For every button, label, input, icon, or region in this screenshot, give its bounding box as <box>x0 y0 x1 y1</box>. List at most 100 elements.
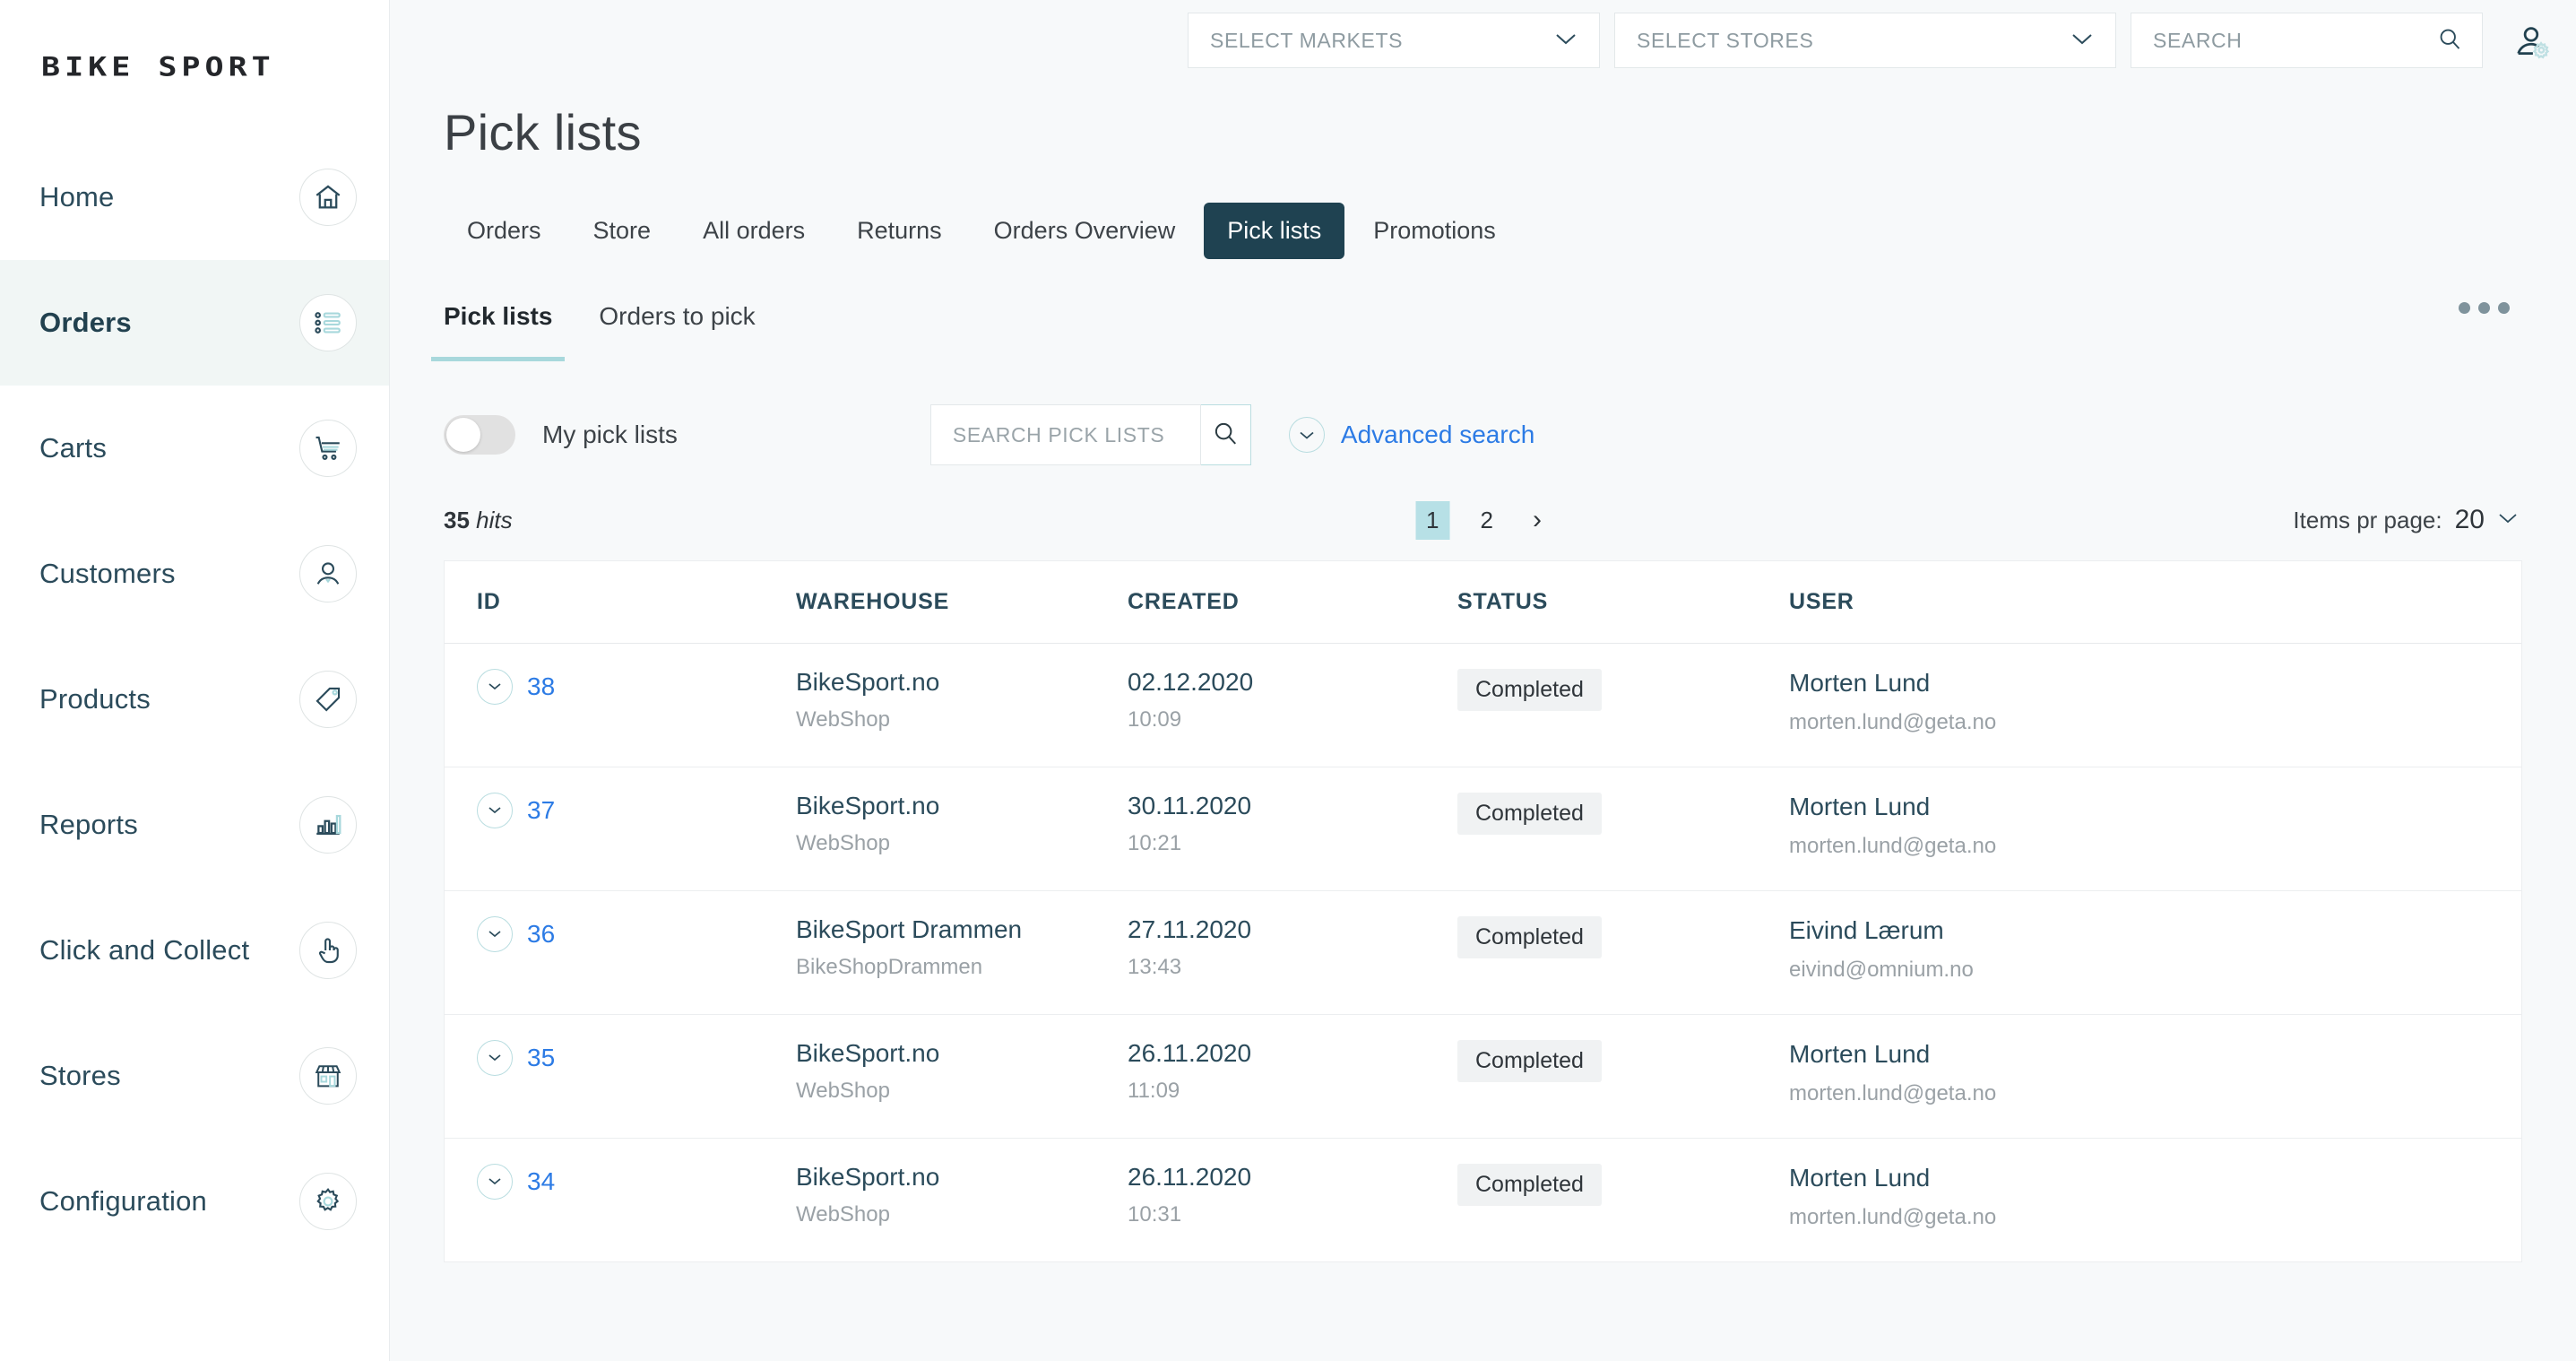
brand-logo[interactable]: BIKE SPORT <box>0 0 389 134</box>
chevron-down-icon <box>1288 417 1325 453</box>
sidebar-item-stores[interactable]: Stores <box>0 1013 389 1139</box>
row-user-cell: Eivind Lærum eivind@omnium.no <box>1789 916 2521 983</box>
row-id-link[interactable]: 36 <box>527 920 555 949</box>
select-markets-dropdown[interactable]: SELECT MARKETS <box>1188 13 1600 68</box>
sidebar-item-label: Home <box>39 181 115 212</box>
tag-icon <box>299 671 357 728</box>
table-row[interactable]: 35 BikeSport.no WebShop 26.11.2020 11:09… <box>445 1015 2521 1139</box>
top-bar: SELECT MARKETS SELECT STORES <box>390 0 2576 87</box>
row-created-cell: 27.11.2020 13:43 <box>1128 916 1457 980</box>
row-user-email: morten.lund@geta.no <box>1789 834 1997 858</box>
sidebar-item-label: Carts <box>39 432 108 464</box>
row-warehouse-cell: BikeSport.no WebShop <box>796 669 1128 733</box>
global-search[interactable] <box>2131 13 2483 68</box>
sidebar-item-configuration[interactable]: Configuration <box>0 1139 389 1264</box>
expand-row-icon[interactable] <box>477 669 513 705</box>
row-warehouse-code: WebShop <box>796 831 890 856</box>
subtab-orders-to-pick[interactable]: Orders to pick <box>599 302 755 361</box>
row-id-link[interactable]: 37 <box>527 796 555 825</box>
advanced-search-label: Advanced search <box>1340 420 1535 448</box>
table-row[interactable]: 37 BikeSport.no WebShop 30.11.2020 10:21… <box>445 767 2521 891</box>
row-id-link[interactable]: 38 <box>527 672 555 701</box>
chevron-down-icon <box>1554 31 1578 50</box>
page-button-2[interactable]: 2 <box>1470 501 1504 540</box>
column-header-created: CREATED <box>1128 589 1240 614</box>
expand-row-icon[interactable] <box>477 793 513 828</box>
chevron-down-icon <box>2070 31 2094 50</box>
row-status-cell: Completed <box>1457 793 1789 835</box>
row-warehouse-name: BikeSport Drammen <box>796 915 1023 943</box>
row-user-cell: Morten Lund morten.lund@geta.no <box>1789 793 2521 859</box>
row-warehouse-name: BikeSport.no <box>796 792 940 819</box>
search-input[interactable] <box>2153 28 2422 53</box>
row-status-cell: Completed <box>1457 916 1789 958</box>
my-pick-lists-toggle[interactable] <box>444 415 515 455</box>
sidebar-item-click-and-collect[interactable]: Click and Collect <box>0 888 389 1013</box>
status-badge: Completed <box>1457 916 1602 958</box>
pick-lists-table: ID WAREHOUSE CREATED STATUS USER 38 Bike… <box>444 560 2522 1262</box>
row-user-email: morten.lund@geta.no <box>1789 1081 1997 1105</box>
select-stores-dropdown[interactable]: SELECT STORES <box>1614 13 2116 68</box>
tab-all-orders[interactable]: All orders <box>679 203 828 259</box>
subtab-pick-lists[interactable]: Pick lists <box>430 302 566 361</box>
table-row[interactable]: 34 BikeSport.no WebShop 26.11.2020 10:31… <box>445 1139 2521 1262</box>
search-icon[interactable] <box>2437 26 2462 56</box>
row-user-email: eivind@omnium.no <box>1789 958 1974 982</box>
items-per-page-label: Items pr page: <box>2293 506 2442 533</box>
sub-tabs-bar: Pick lists Orders to pick <box>390 302 2576 361</box>
sidebar-item-orders[interactable]: Orders <box>0 260 389 386</box>
table-row[interactable]: 36 BikeSport Drammen BikeShopDrammen 27.… <box>445 891 2521 1015</box>
sidebar-item-label: Products <box>39 683 151 715</box>
ellipsis-icon[interactable] <box>2450 293 2519 323</box>
column-header-id: ID <box>477 589 501 614</box>
status-badge: Completed <box>1457 1040 1602 1082</box>
row-created-cell: 26.11.2020 10:31 <box>1128 1164 1457 1227</box>
row-user-cell: Morten Lund morten.lund@geta.no <box>1789 1040 2521 1106</box>
tab-returns[interactable]: Returns <box>834 203 965 259</box>
row-id-link[interactable]: 35 <box>527 1044 555 1072</box>
row-status-cell: Completed <box>1457 669 1789 711</box>
pick-lists-search-button[interactable] <box>1200 404 1251 465</box>
row-created-time: 10:31 <box>1128 1202 1182 1227</box>
pick-lists-search-field[interactable] <box>929 404 1201 465</box>
chevron-down-icon <box>2497 512 2519 529</box>
column-header-warehouse: WAREHOUSE <box>796 589 950 614</box>
row-created-time: 10:21 <box>1128 831 1182 856</box>
chevron-right-icon[interactable]: › <box>1524 507 1551 533</box>
row-user-name: Eivind Lærum <box>1789 916 1944 944</box>
row-id-cell: 37 <box>477 793 796 828</box>
sidebar-item-home[interactable]: Home <box>0 134 389 260</box>
pick-lists-search-input[interactable] <box>952 422 1200 447</box>
sidebar-item-products[interactable]: Products <box>0 637 389 762</box>
hits-label: hits <box>476 506 513 533</box>
row-id-link[interactable]: 34 <box>527 1167 555 1196</box>
advanced-search-toggle[interactable]: Advanced search <box>1288 417 1535 453</box>
sidebar-item-customers[interactable]: Customers <box>0 511 389 637</box>
ellipsis-dot <box>2498 302 2510 314</box>
table-row[interactable]: 38 BikeSport.no WebShop 02.12.2020 10:09… <box>445 644 2521 767</box>
tab-promotions[interactable]: Promotions <box>1350 203 1519 259</box>
tab-orders[interactable]: Orders <box>444 203 565 259</box>
tab-pick-lists[interactable]: Pick lists <box>1204 203 1345 259</box>
sidebar-item-label: Orders <box>39 307 132 338</box>
status-badge: Completed <box>1457 1164 1602 1206</box>
sidebar-item-label: Click and Collect <box>39 934 250 966</box>
items-per-page-selector[interactable]: Items pr page: 20 <box>2293 505 2519 535</box>
tab-orders-overview[interactable]: Orders Overview <box>971 203 1199 259</box>
row-user-name: Morten Lund <box>1789 1040 1931 1068</box>
expand-row-icon[interactable] <box>477 1040 513 1076</box>
tab-store[interactable]: Store <box>570 203 675 259</box>
page-button-1[interactable]: 1 <box>1415 500 1450 540</box>
user-settings-icon[interactable] <box>2503 13 2556 66</box>
expand-row-icon[interactable] <box>477 1164 513 1200</box>
row-warehouse-code: WebShop <box>796 707 890 733</box>
sidebar-item-carts[interactable]: Carts <box>0 386 389 511</box>
row-warehouse-cell: BikeSport.no WebShop <box>796 1040 1128 1104</box>
pointing-hand-icon <box>299 922 357 979</box>
hits-count-wrap: 35 hits <box>444 507 513 534</box>
row-created-date: 02.12.2020 <box>1128 668 1254 696</box>
expand-row-icon[interactable] <box>477 916 513 952</box>
sidebar-item-reports[interactable]: Reports <box>0 762 389 888</box>
row-created-date: 26.11.2020 <box>1128 1163 1252 1191</box>
hits-count: 35 <box>444 506 470 533</box>
